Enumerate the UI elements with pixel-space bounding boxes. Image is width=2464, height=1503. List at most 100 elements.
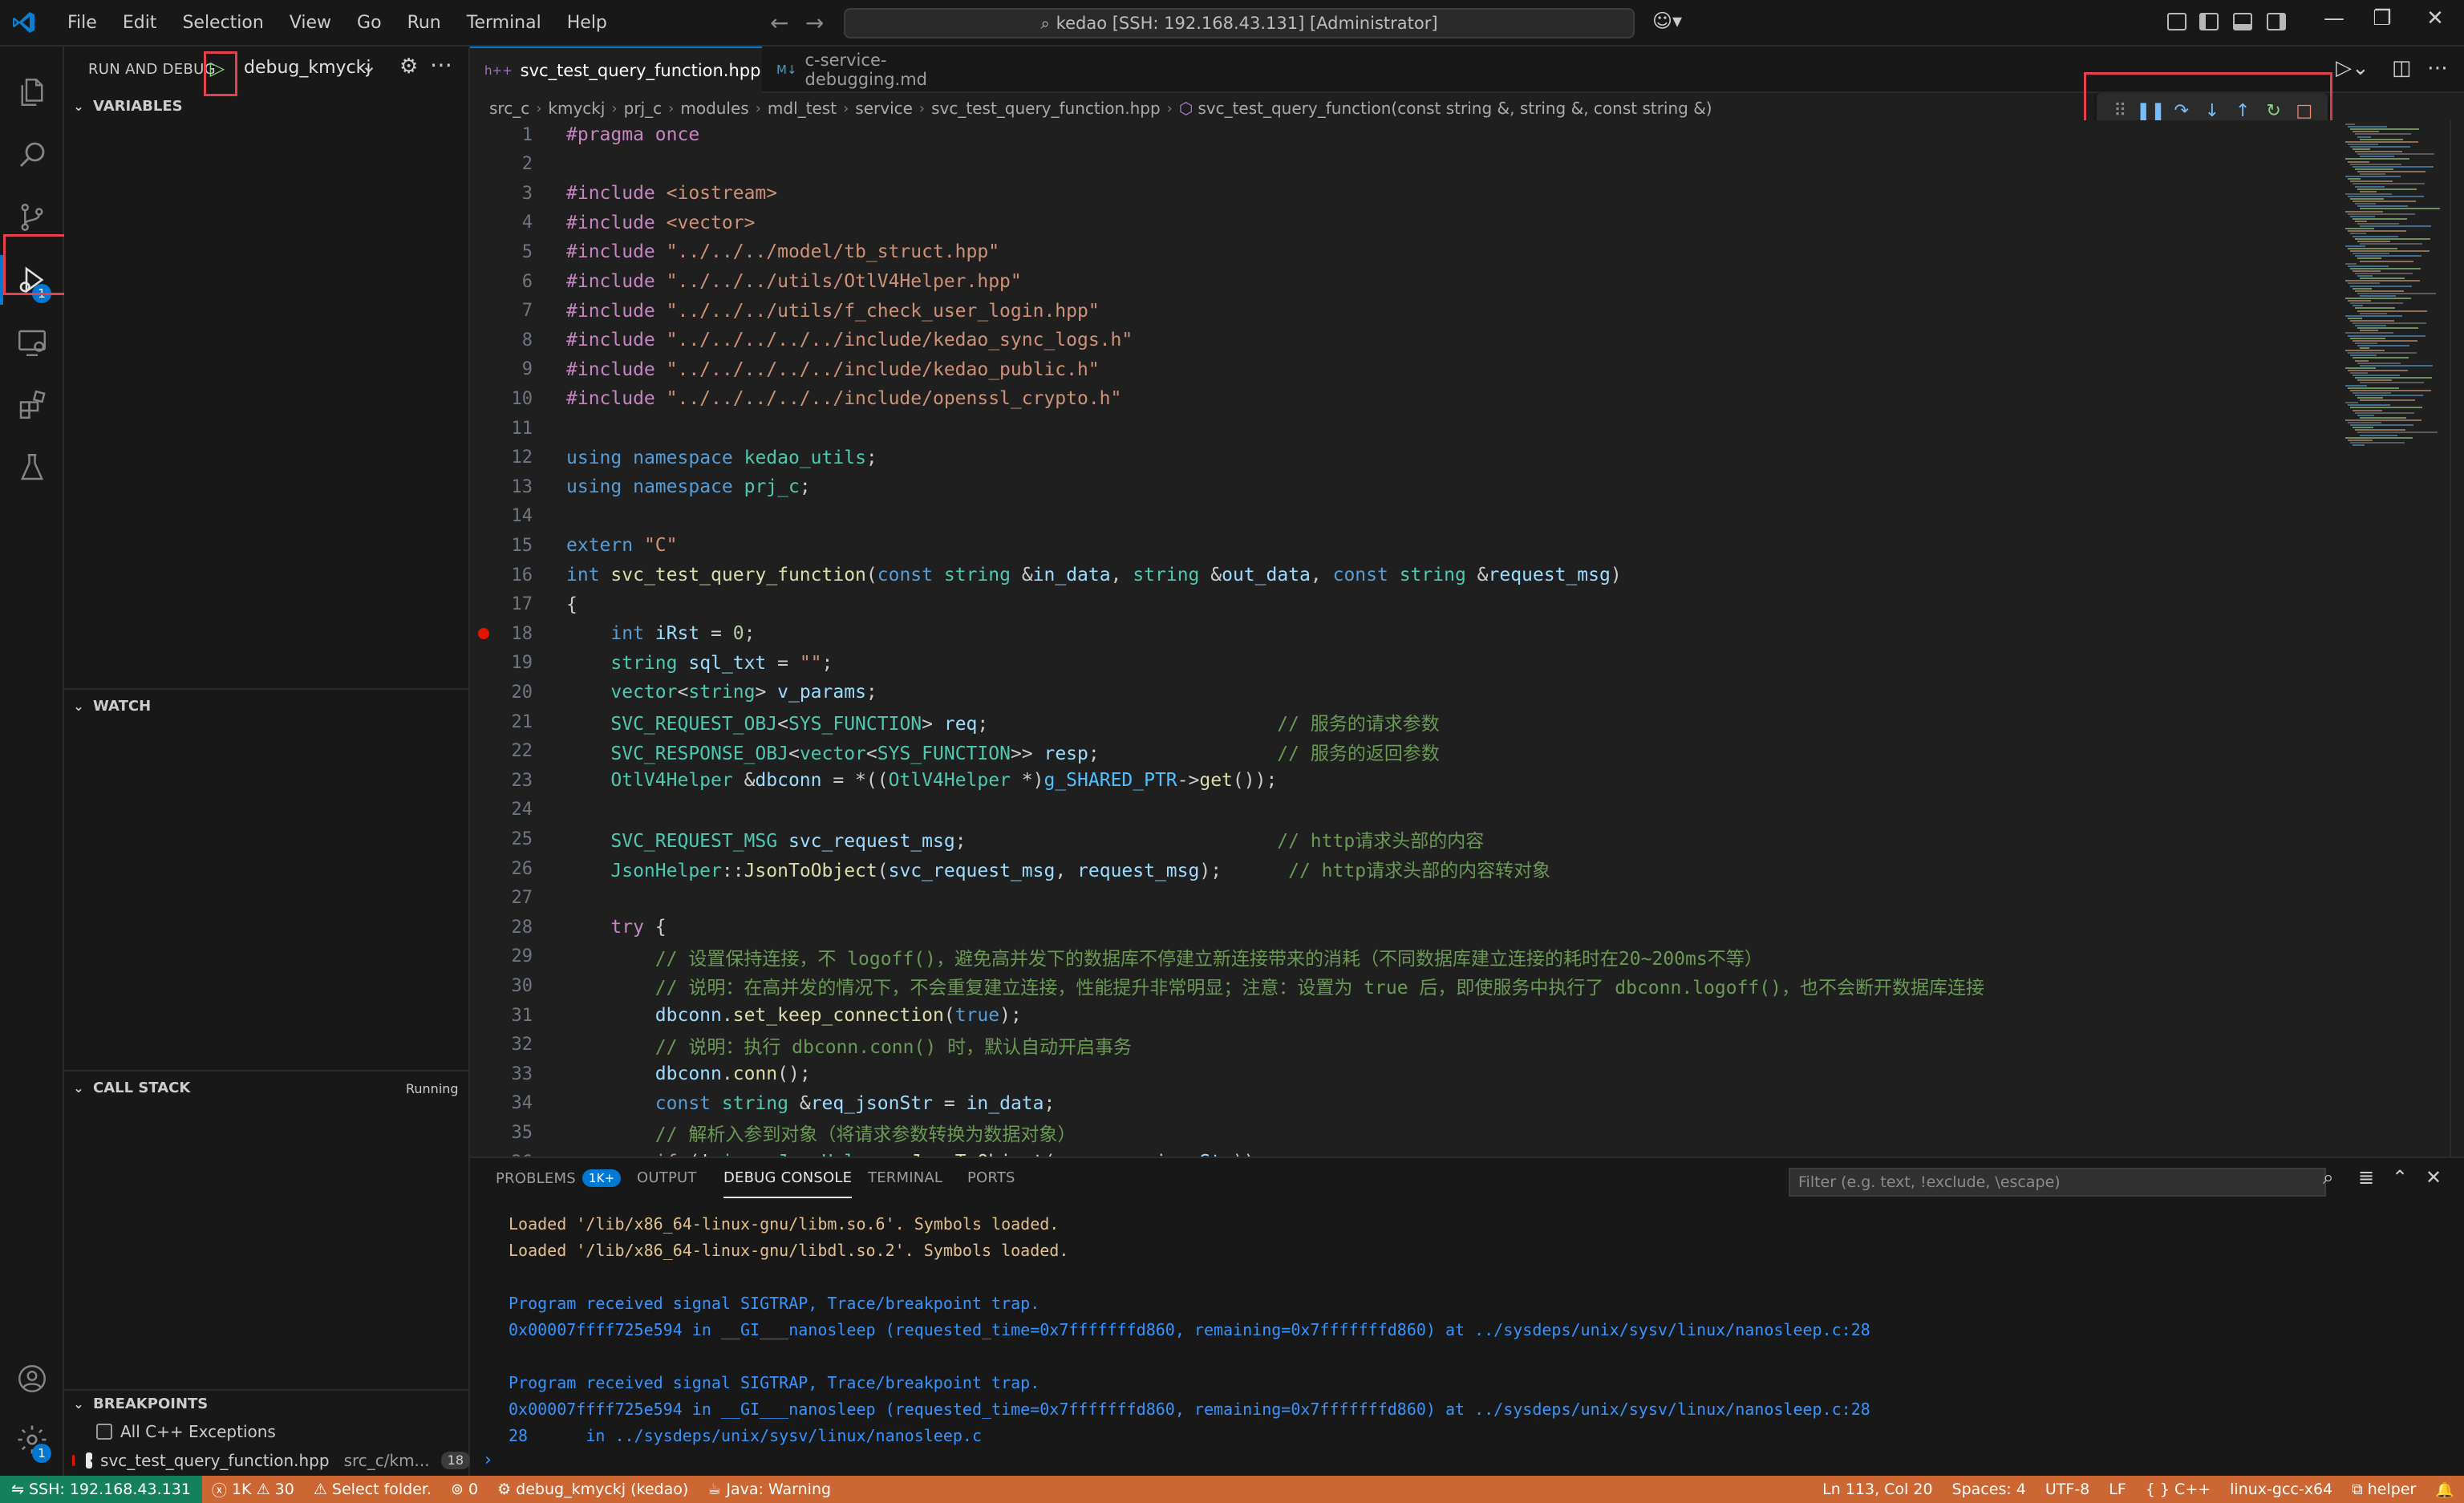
code-line[interactable]: 25 SVC_REQUEST_MSG svc_request_msg; // h… xyxy=(470,824,2339,853)
code-line[interactable]: 36 if (!aigc::JsonHelper::JsonToObject(r… xyxy=(470,1148,2339,1157)
split-editor-icon[interactable]: ◫ xyxy=(2392,56,2412,80)
code-line[interactable]: 28 try { xyxy=(470,913,2339,942)
minimize-icon[interactable]: — xyxy=(2318,6,2350,30)
back-arrow-icon[interactable]: ← xyxy=(770,10,788,36)
breadcrumb-item[interactable]: kmyckj xyxy=(548,99,605,118)
breadcrumb-item[interactable]: modules xyxy=(680,99,748,118)
debug-config-select[interactable]: debug_kmyckj xyxy=(244,58,371,78)
close-window-icon[interactable]: ✕ xyxy=(2419,6,2451,30)
code-line[interactable]: 20 vector<string> v_params; xyxy=(470,678,2339,707)
eol-status[interactable]: LF xyxy=(2099,1481,2136,1498)
helper-status[interactable]: ⧉ helper xyxy=(2342,1481,2426,1498)
watch-section-header[interactable]: ⌄ WATCH xyxy=(69,698,151,715)
menu-terminal[interactable]: Terminal xyxy=(454,0,554,47)
code-line[interactable]: 24 xyxy=(470,796,2339,824)
extensions-icon[interactable] xyxy=(0,377,64,433)
remote-indicator[interactable]: ⇋ SSH: 192.168.43.131 xyxy=(0,1476,202,1503)
breadcrumb-item[interactable]: svc_test_query_function(const string &, … xyxy=(1198,99,1712,118)
tab-ports[interactable]: PORTS xyxy=(967,1169,1015,1186)
menu-help[interactable]: Help xyxy=(554,0,620,47)
code-line[interactable]: 32 // 说明：执行 dbconn.conn() 时，默认自动开启事务 xyxy=(470,1031,2339,1059)
breadcrumb-item[interactable]: prj_c xyxy=(624,99,662,118)
search-icon[interactable]: ⌕ xyxy=(2323,1166,2333,1189)
compiler-status[interactable]: linux-gcc-x64 xyxy=(2220,1481,2342,1498)
code-line[interactable]: 15 extern "C" xyxy=(470,531,2339,560)
step-out-icon[interactable]: ↑ xyxy=(2231,99,2255,123)
breadcrumb-item[interactable]: src_c xyxy=(489,99,529,118)
menu-file[interactable]: File xyxy=(55,0,110,47)
code-line[interactable]: 18 int iRst = 0; xyxy=(470,619,2339,648)
copilot-icon[interactable]: ☺▾ xyxy=(1652,10,1682,32)
accounts-icon[interactable] xyxy=(0,1351,64,1407)
chevron-down-icon[interactable]: ⌄ xyxy=(361,55,377,77)
code-line[interactable]: 23 OtlV4Helper &dbconn = *((OtlV4Helper … xyxy=(470,766,2339,795)
menu-edit[interactable]: Edit xyxy=(110,0,170,47)
menu-run[interactable]: Run xyxy=(395,0,454,47)
breadcrumb-item[interactable]: svc_test_query_function.hpp xyxy=(931,99,1161,118)
breakpoint-checkbox[interactable] xyxy=(96,1424,112,1440)
step-over-icon[interactable]: ↷ xyxy=(2170,99,2194,123)
debug-config-status[interactable]: ⚙ debug_kmyckj (kedao) xyxy=(488,1481,698,1498)
customize-layout-icon[interactable] xyxy=(2167,13,2186,30)
code-line[interactable]: 33 dbconn.conn(); xyxy=(470,1059,2339,1088)
pause-icon[interactable]: ❚❚ xyxy=(2136,99,2166,123)
variables-section-header[interactable]: ⌄ VARIABLES xyxy=(69,98,182,115)
tab-debug-console[interactable]: DEBUG CONSOLE xyxy=(723,1169,853,1198)
tab-svc-test-query-function[interactable]: h++ svc_test_query_function.hpp xyxy=(470,47,762,93)
maximize-panel-icon[interactable]: ⌃ xyxy=(2392,1166,2408,1189)
remote-explorer-icon[interactable] xyxy=(0,314,64,371)
command-center[interactable]: ⌕ kedao [SSH: 192.168.43.131] [Administr… xyxy=(844,8,1635,38)
code-line[interactable]: 4 #include <vector> xyxy=(470,209,2339,237)
clear-console-icon[interactable]: ≣ xyxy=(2358,1166,2374,1189)
minimap[interactable] xyxy=(2342,120,2454,457)
toggle-secondary-sidebar-icon[interactable] xyxy=(2267,13,2286,30)
editor-scrollbar[interactable] xyxy=(2450,120,2461,1157)
code-line[interactable]: 3 #include <iostream> xyxy=(470,179,2339,208)
search-view-icon[interactable] xyxy=(0,127,64,183)
open-launch-json-gear-icon[interactable]: ⚙ xyxy=(399,55,418,79)
code-line[interactable]: 11 xyxy=(470,414,2339,443)
code-line[interactable]: 31 dbconn.set_keep_connection(true); xyxy=(470,1001,2339,1030)
notifications-bell-icon[interactable]: 🔔 xyxy=(2426,1481,2464,1499)
breakpoint-item[interactable]: svc_test_query_function.hpp src_c/km... … xyxy=(64,1447,470,1474)
more-actions-icon[interactable]: ⋯ xyxy=(430,51,452,78)
menu-selection[interactable]: Selection xyxy=(169,0,276,47)
code-line[interactable]: 21 SVC_REQUEST_OBJ<SYS_FUNCTION> req; //… xyxy=(470,707,2339,736)
tab-c-service-debugging[interactable]: M↓ c-service-debugging.md xyxy=(762,47,1019,93)
toggle-primary-sidebar-icon[interactable] xyxy=(2199,13,2219,30)
code-line[interactable]: 7 #include "../../../utils/f_check_user_l… xyxy=(470,297,2339,326)
stop-icon[interactable]: □ xyxy=(2292,99,2316,123)
explorer-icon[interactable] xyxy=(0,64,64,120)
menu-view[interactable]: View xyxy=(277,0,344,47)
restore-icon[interactable]: ❐ xyxy=(2366,6,2398,30)
code-line[interactable]: 26 JsonHelper::JsonToObject(svc_request_… xyxy=(470,854,2339,883)
problems-status[interactable]: ⓧ 1K ⚠ 30 xyxy=(202,1479,304,1501)
console-prompt-chevron-icon[interactable]: › xyxy=(484,1450,492,1470)
code-line[interactable]: 5 #include "../../../model/tb_struct.hpp" xyxy=(470,237,2339,266)
ports-status[interactable]: ⊚ 0 xyxy=(441,1481,488,1498)
code-line[interactable]: 27 xyxy=(470,884,2339,913)
code-line[interactable]: 34 const string &req_jsonStr = in_data; xyxy=(470,1089,2339,1118)
code-line[interactable]: 29 // 设置保持连接，不 logoff()，避免高并发下的数据库不停建立新连… xyxy=(470,942,2339,971)
run-file-icon[interactable]: ▷⌄ xyxy=(2336,56,2369,80)
code-line[interactable]: 1 #pragma once xyxy=(470,120,2339,149)
tab-terminal[interactable]: TERMINAL xyxy=(868,1169,942,1186)
more-actions-icon[interactable]: ⋯ xyxy=(2427,56,2448,80)
select-folder-status[interactable]: ⚠ Select folder. xyxy=(304,1481,441,1498)
close-panel-icon[interactable]: ✕ xyxy=(2426,1166,2442,1189)
drag-handle-icon[interactable]: ⠿ xyxy=(2108,99,2132,123)
breakpoints-section-header[interactable]: ⌄ BREAKPOINTS xyxy=(69,1396,208,1412)
tab-output[interactable]: OUTPUT xyxy=(637,1169,697,1186)
code-line[interactable]: 14 xyxy=(470,502,2339,531)
code-line[interactable]: 17 { xyxy=(470,590,2339,619)
code-line[interactable]: 30 // 说明：在高并发的情况下，不会重复建立连接，性能提升非常明显；注意：设… xyxy=(470,971,2339,1000)
code-line[interactable]: 35 // 解析入参到对象（将请求参数转换为数据对象） xyxy=(470,1118,2339,1147)
testing-icon[interactable] xyxy=(0,440,64,496)
breadcrumb-item[interactable]: mdl_test xyxy=(768,99,837,118)
restart-icon[interactable]: ↻ xyxy=(2262,99,2286,123)
tab-problems[interactable]: PROBLEMS 1K+ xyxy=(496,1169,622,1187)
java-status[interactable]: ☕ Java: Warning xyxy=(698,1481,841,1498)
language-mode[interactable]: { } C++ xyxy=(2136,1481,2220,1498)
menu-go[interactable]: Go xyxy=(344,0,395,47)
code-line[interactable]: 9 #include "../../../../../include/kedao_… xyxy=(470,355,2339,384)
